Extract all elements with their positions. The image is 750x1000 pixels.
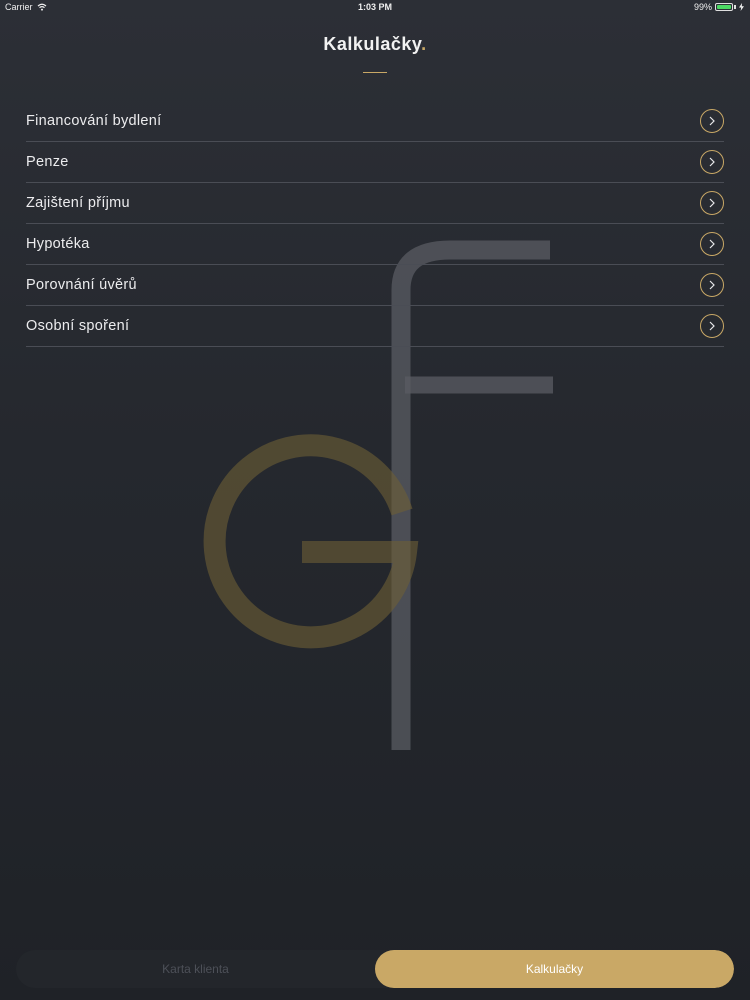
- chevron-right-icon: [700, 232, 724, 256]
- menu-item-label: Hypotéka: [26, 236, 90, 252]
- menu-item-hypoteka[interactable]: Hypotéka: [26, 224, 724, 265]
- title-accent-dot: .: [421, 34, 427, 54]
- chevron-right-icon: [700, 314, 724, 338]
- calculator-menu-list: Financování bydlení Penze Zajištení příj…: [26, 101, 724, 347]
- page-title: Kalkulačky.: [0, 34, 750, 55]
- menu-item-label: Financování bydlení: [26, 113, 162, 129]
- status-bar: Carrier 1:03 PM 99%: [0, 0, 750, 16]
- tab-label: Kalkulačky: [525, 962, 584, 976]
- page-title-text: Kalkulačky: [323, 34, 422, 54]
- menu-item-label: Penze: [26, 154, 69, 170]
- menu-item-porovnani-uveru[interactable]: Porovnání úvěrů: [26, 265, 724, 306]
- title-underline: [363, 72, 387, 73]
- battery-icon: [715, 3, 733, 11]
- menu-item-zajisteni-prijmu[interactable]: Zajištení příjmu: [26, 183, 724, 224]
- status-time: 1:03 PM: [357, 2, 392, 12]
- tab-label: Karta klienta: [162, 962, 229, 976]
- menu-item-label: Osobní spoření: [26, 318, 130, 334]
- menu-item-penze[interactable]: Penze: [26, 142, 724, 183]
- tab-karta-klienta[interactable]: Karta klienta: [16, 950, 375, 988]
- menu-item-label: Porovnání úvěrů: [26, 277, 137, 293]
- tab-kalkulacky[interactable]: Kalkulačky: [375, 950, 734, 988]
- menu-item-label: Zajištení příjmu: [26, 195, 130, 211]
- chevron-right-icon: [700, 273, 724, 297]
- battery-percent: 99%: [693, 2, 712, 12]
- menu-item-osobni-sporeni[interactable]: Osobní spoření: [26, 306, 724, 347]
- charging-bolt-icon: [739, 3, 744, 11]
- chevron-right-icon: [700, 109, 724, 133]
- chevron-right-icon: [700, 150, 724, 174]
- menu-item-financovani-bydleni[interactable]: Financování bydlení: [26, 101, 724, 142]
- bottom-tab-bar: Karta klienta Kalkulačky: [16, 950, 734, 988]
- chevron-right-icon: [700, 191, 724, 215]
- battery-indicator: 99%: [694, 2, 744, 12]
